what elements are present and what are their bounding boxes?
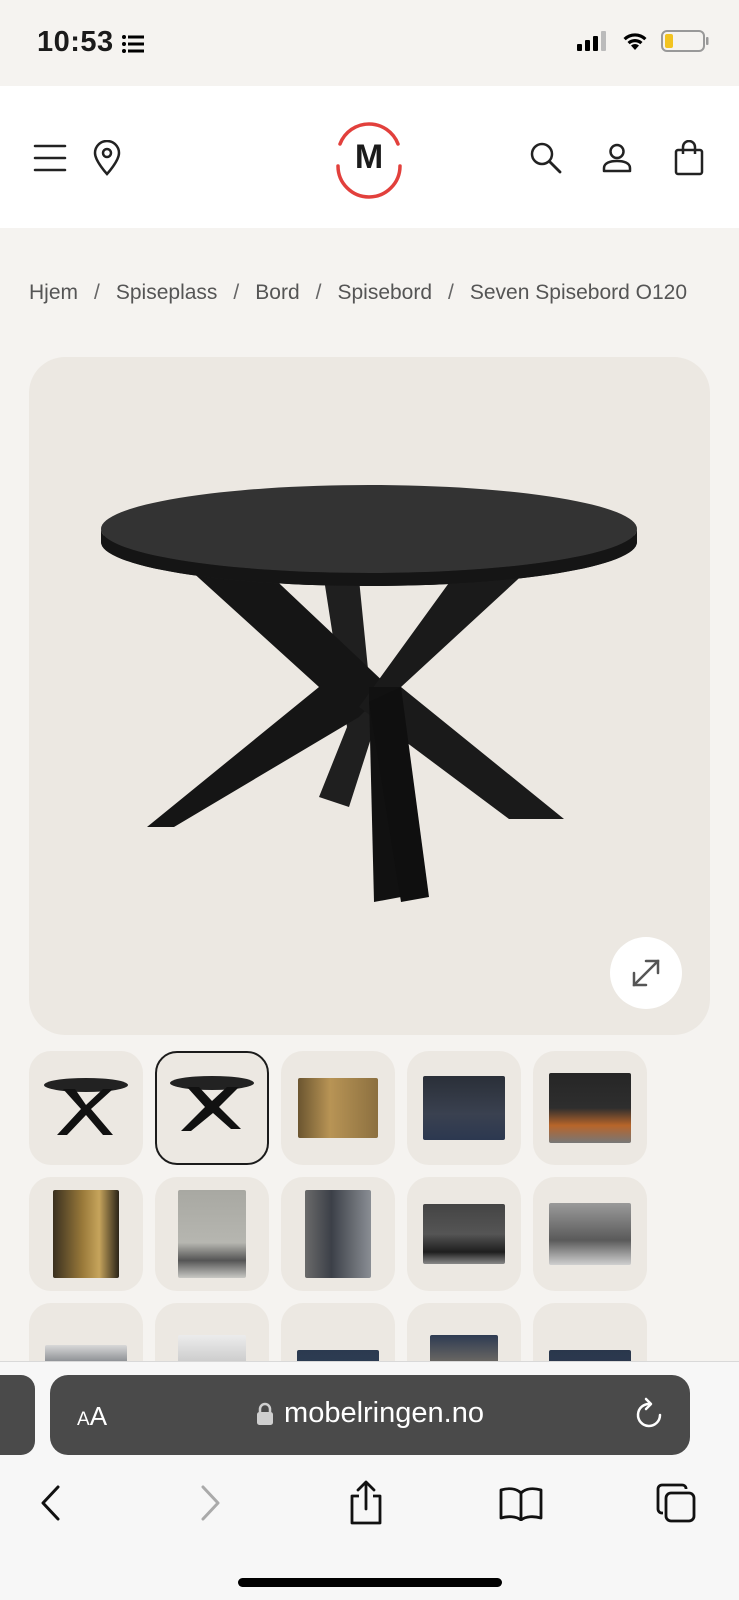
url-display[interactable]: mobelringen.no bbox=[50, 1397, 690, 1430]
thumbnail[interactable] bbox=[281, 1051, 395, 1165]
breadcrumb-bord[interactable]: Bord bbox=[255, 281, 299, 305]
thumbnail[interactable] bbox=[155, 1177, 269, 1291]
breadcrumb: Hjem / Spiseplass / Bord / Spisebord / S… bbox=[29, 281, 687, 305]
expand-image-button[interactable] bbox=[610, 937, 682, 1009]
status-time: 10:53 bbox=[37, 26, 114, 58]
address-bar[interactable]: AA mobelringen.no bbox=[50, 1375, 690, 1455]
thumbnail[interactable] bbox=[29, 1303, 143, 1361]
thumbnail[interactable] bbox=[407, 1177, 521, 1291]
site-logo[interactable]: M bbox=[326, 114, 412, 200]
breadcrumb-separator: / bbox=[233, 281, 240, 304]
wifi-icon bbox=[623, 33, 647, 50]
battery-icon bbox=[661, 30, 709, 52]
menu-icon[interactable] bbox=[28, 136, 72, 180]
thumbnail[interactable] bbox=[407, 1051, 521, 1165]
tabs-icon[interactable] bbox=[650, 1477, 702, 1529]
thumbnail[interactable] bbox=[533, 1303, 647, 1361]
breadcrumb-home[interactable]: Hjem bbox=[29, 281, 78, 305]
product-main-image[interactable] bbox=[29, 357, 710, 1035]
expand-icon bbox=[632, 959, 660, 987]
breadcrumb-spiseplass[interactable]: Spiseplass bbox=[116, 281, 218, 305]
thumbnail[interactable] bbox=[29, 1051, 143, 1165]
shopping-bag-icon[interactable] bbox=[667, 136, 711, 180]
user-icon[interactable] bbox=[595, 136, 639, 180]
thumbnail[interactable] bbox=[281, 1303, 395, 1361]
breadcrumb-spisebord[interactable]: Spisebord bbox=[337, 281, 432, 305]
lock-icon bbox=[257, 1402, 274, 1425]
thumbnail-selected[interactable] bbox=[155, 1051, 269, 1165]
signal-icon bbox=[577, 31, 606, 51]
thumbnail[interactable] bbox=[29, 1177, 143, 1291]
thumbnail[interactable] bbox=[533, 1177, 647, 1291]
previous-tab-preview[interactable] bbox=[0, 1375, 35, 1455]
list-icon bbox=[122, 35, 144, 53]
thumbnail-grid bbox=[29, 1051, 710, 1361]
thumbnail[interactable] bbox=[281, 1177, 395, 1291]
search-icon[interactable] bbox=[524, 136, 568, 180]
url-text: mobelringen.no bbox=[284, 1397, 484, 1429]
bookmarks-icon[interactable] bbox=[495, 1477, 547, 1529]
browser-toolbar: AA mobelringen.no bbox=[0, 1361, 739, 1600]
forward-icon[interactable] bbox=[184, 1477, 236, 1529]
home-indicator bbox=[238, 1578, 502, 1587]
thumbnail[interactable] bbox=[407, 1303, 521, 1361]
logo-letter: M bbox=[354, 137, 384, 176]
breadcrumb-separator: / bbox=[315, 281, 322, 304]
location-pin-icon[interactable] bbox=[85, 136, 129, 180]
share-icon[interactable] bbox=[340, 1477, 392, 1529]
breadcrumb-separator: / bbox=[94, 281, 100, 304]
breadcrumb-separator: / bbox=[448, 281, 454, 304]
thumbnail[interactable] bbox=[155, 1303, 269, 1361]
reload-icon[interactable] bbox=[634, 1397, 666, 1431]
status-bar: 10:53 bbox=[0, 0, 739, 86]
table-illustration bbox=[101, 485, 637, 902]
site-header: M bbox=[0, 86, 739, 228]
breadcrumb-current: Seven Spisebord O120 bbox=[469, 281, 688, 304]
back-icon[interactable] bbox=[25, 1477, 77, 1529]
thumbnail[interactable] bbox=[533, 1051, 647, 1165]
